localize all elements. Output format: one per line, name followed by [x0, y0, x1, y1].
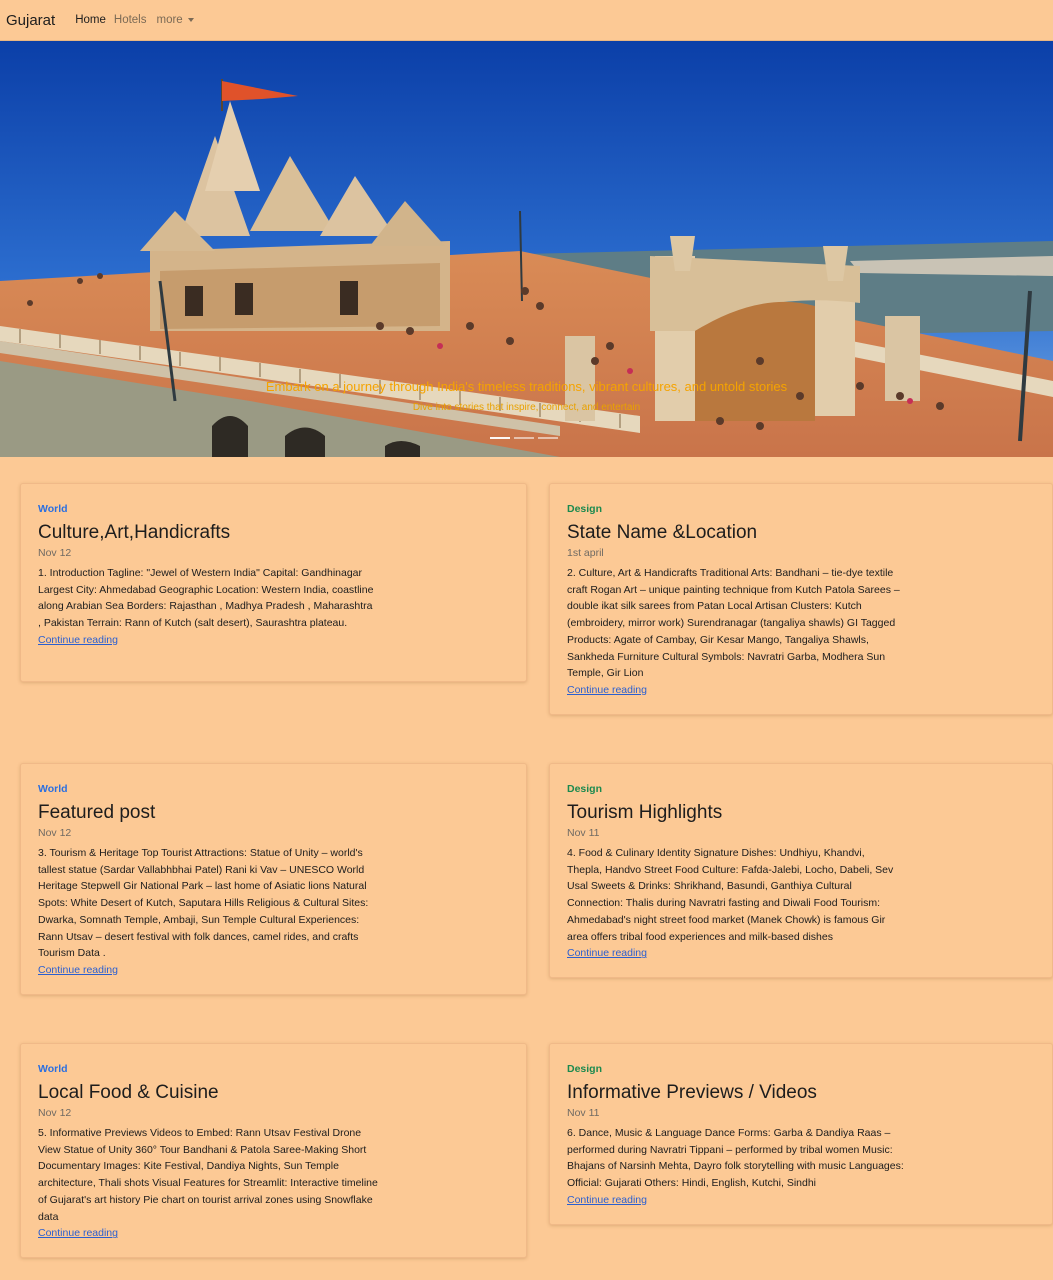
post-date: Nov 11 — [567, 1107, 600, 1119]
post-card: Design State Name &Location 1st april 2.… — [549, 483, 1053, 715]
top-navbar: Gujarat Home Hotels more — [0, 0, 1053, 41]
brand-link[interactable]: Gujarat — [6, 12, 55, 29]
continue-reading-link[interactable]: Continue reading — [38, 1225, 378, 1242]
post-card: Design Informative Previews / Videos Nov… — [549, 1043, 1053, 1225]
hero-subline: Dive into stories that inspire, connect,… — [412, 402, 641, 413]
carousel-indicators — [490, 437, 558, 439]
post-category: Design — [567, 1063, 603, 1075]
post-category: Design — [567, 783, 603, 795]
continue-reading-link[interactable]: Continue reading — [567, 1192, 907, 1209]
continue-reading-link[interactable]: Continue reading — [38, 632, 378, 649]
post-card: World Local Food & Cuisine Nov 12 5. Inf… — [20, 1043, 527, 1258]
carousel-indicator-1[interactable] — [490, 437, 510, 439]
carousel-indicator-2[interactable] — [514, 437, 534, 439]
post-title: Culture,Art,Handicrafts — [38, 522, 231, 543]
post-date: Nov 12 — [38, 547, 72, 559]
post-excerpt: 1. Introduction Tagline: "Jewel of Weste… — [38, 567, 374, 630]
post-card: World Featured post Nov 12 3. Tourism & … — [20, 763, 527, 995]
post-date: Nov 12 — [38, 1107, 72, 1119]
post-category: Design — [567, 503, 603, 515]
hero-carousel[interactable]: Embark on a journey through India's time… — [0, 41, 1053, 457]
carousel-indicator-3[interactable] — [538, 437, 558, 439]
post-excerpt: 4. Food & Culinary Identity Signature Di… — [567, 847, 894, 943]
post-excerpt: 3. Tourism & Heritage Top Tourist Attrac… — [38, 847, 369, 960]
nav-hotels[interactable]: Hotels — [114, 14, 147, 26]
post-date: 1st april — [567, 547, 604, 559]
post-title: Featured post — [38, 802, 156, 823]
nav-more-label: more — [156, 14, 183, 26]
hero-temple-image — [0, 41, 1053, 457]
continue-reading-link[interactable]: Continue reading — [38, 962, 378, 979]
post-date: Nov 12 — [38, 827, 72, 839]
hero-headline: Embark on a journey through India's time… — [265, 379, 788, 394]
post-category: World — [38, 783, 68, 795]
nav-home[interactable]: Home — [75, 14, 106, 26]
post-excerpt: 6. Dance, Music & Language Dance Forms: … — [567, 1127, 904, 1190]
post-date: Nov 11 — [567, 827, 600, 839]
continue-reading-link[interactable]: Continue reading — [567, 682, 907, 699]
post-title: State Name &Location — [567, 522, 758, 543]
continue-reading-link[interactable]: Continue reading — [567, 945, 902, 962]
post-title: Tourism Highlights — [567, 802, 723, 823]
nav-more-dropdown[interactable]: more — [157, 14, 194, 26]
post-excerpt: 5. Informative Previews Videos to Embed:… — [38, 1127, 378, 1223]
post-category: World — [38, 503, 68, 515]
caret-down-icon — [187, 18, 194, 22]
post-title: Informative Previews / Videos — [567, 1082, 817, 1103]
post-excerpt: 2. Culture, Art & Handicrafts Traditiona… — [567, 567, 900, 680]
post-card: World Culture,Art,Handicrafts Nov 12 1. … — [20, 483, 527, 682]
post-category: World — [38, 1063, 68, 1075]
post-title: Local Food & Cuisine — [38, 1082, 219, 1103]
post-card: Design Tourism Highlights Nov 11 4. Food… — [549, 763, 1053, 978]
